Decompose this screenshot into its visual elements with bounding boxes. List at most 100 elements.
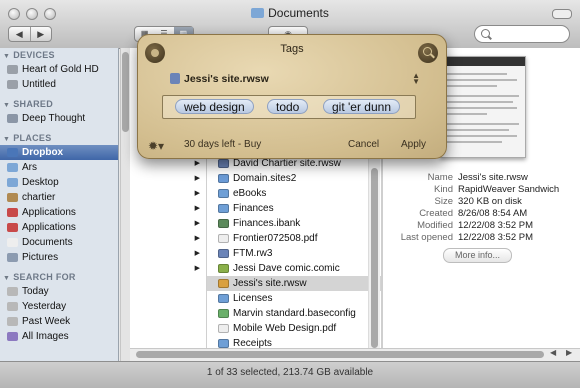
- sidebar-scrollbar[interactable]: [120, 48, 130, 361]
- sidebar-item[interactable]: Today: [0, 284, 118, 299]
- sidebar-item[interactable]: Dropbox: [0, 145, 118, 160]
- file-info-value: RapidWeaver Sandwich: [458, 184, 560, 195]
- sidebar-item[interactable]: Ars: [0, 160, 118, 175]
- sidebar-section-label: SEARCH FOR: [13, 272, 76, 282]
- toolbar-toggle-button[interactable]: [552, 9, 572, 19]
- folder-disclosure-arrow-icon[interactable]: ▶: [130, 186, 206, 201]
- rapidweaver-icon: [218, 159, 229, 168]
- scroll-left-arrow-icon[interactable]: ◀: [550, 348, 556, 357]
- smart-folder-icon: [7, 332, 18, 341]
- file-row[interactable]: Domain.sites2: [207, 171, 381, 186]
- gear-icon[interactable]: ✹▾: [148, 139, 164, 153]
- sidebar-section-shared[interactable]: ▼ SHARED: [0, 97, 118, 111]
- sidebar-item[interactable]: Heart of Gold HD: [0, 62, 118, 77]
- file-row[interactable]: FTM.rw3: [207, 246, 381, 261]
- file-info-key: Size: [434, 196, 453, 207]
- file-info-value: 8/26/08 8:54 AM: [458, 208, 528, 219]
- sidebar-item[interactable]: chartier: [0, 190, 118, 205]
- file-row[interactable]: eBooks▶: [207, 186, 381, 201]
- cancel-button[interactable]: Cancel: [348, 139, 379, 150]
- tagged-file-selector[interactable]: Jessi's site.rwsw: [170, 73, 269, 85]
- folder-icon: [251, 8, 265, 18]
- folder-disclosure-arrow-icon[interactable]: ▶: [130, 261, 206, 276]
- file-row[interactable]: Finances▶: [207, 201, 381, 216]
- sidebar-item[interactable]: Deep Thought: [0, 111, 118, 126]
- sidebar-section-places[interactable]: ▼ PLACES: [0, 131, 118, 145]
- sidebar-item[interactable]: Yesterday: [0, 299, 118, 314]
- more-info-button[interactable]: More info...: [443, 248, 512, 263]
- search-input[interactable]: [493, 27, 567, 43]
- trial-buy-link[interactable]: 30 days left - Buy: [184, 139, 261, 150]
- documents-scroll-thumb[interactable]: [371, 168, 378, 348]
- tagged-file-name: Jessi's site.rwsw: [184, 73, 269, 85]
- folder-icon: [218, 189, 229, 198]
- file-info-row: Size 320 KB on disk: [385, 196, 575, 208]
- tag-chip[interactable]: web design: [175, 99, 254, 114]
- sidebar-item[interactable]: All Images: [0, 329, 118, 344]
- scroll-right-arrow-icon[interactable]: ▶: [566, 348, 572, 357]
- file-name: Licenses: [233, 293, 273, 304]
- sidebar-item-label: Applications: [22, 222, 76, 233]
- horizontal-scroll-thumb[interactable]: [136, 351, 544, 358]
- file-row[interactable]: Frontier072508.pdf: [207, 231, 381, 246]
- pdf-icon: [218, 234, 229, 243]
- apply-button[interactable]: Apply: [401, 139, 426, 150]
- hard-drive-icon: [7, 65, 18, 74]
- forward-button[interactable]: ▶: [29, 27, 52, 41]
- pdf-icon: [218, 324, 229, 333]
- file-info-key: Last opened: [400, 232, 453, 243]
- tag-chip[interactable]: todo: [267, 99, 309, 114]
- file-name: Mobile Web Design.pdf: [233, 323, 337, 334]
- file-row[interactable]: Finances.ibank▶: [207, 216, 381, 231]
- sidebar-item[interactable]: Desktop: [0, 175, 118, 190]
- folder-icon: [218, 339, 229, 348]
- tags-panel: Tags Jessi's site.rwsw ▲ ▼ web design tod…: [137, 34, 447, 159]
- sidebar-item[interactable]: Applications: [0, 220, 118, 235]
- tag-chip[interactable]: git 'er dunn: [323, 99, 400, 114]
- folder-disclosure-arrow-icon[interactable]: ▶: [130, 171, 206, 186]
- sidebar-item[interactable]: Documents: [0, 235, 118, 250]
- sidebar-item-label: Yesterday: [22, 301, 67, 312]
- finder-window: Documents ◀ ▶ ▦ ☰ ▥ ◉ ▼DEVICESHeart of G…: [0, 0, 580, 388]
- folder-disclosure-arrow-icon[interactable]: ▶: [130, 201, 206, 216]
- sidebar-item[interactable]: Pictures: [0, 250, 118, 265]
- pictures-icon: [7, 253, 18, 262]
- file-info-row: Last opened 12/22/08 3:52 PM: [385, 232, 575, 244]
- sidebar-item-label: Heart of Gold HD: [22, 64, 99, 75]
- tags-field[interactable]: web design todo git 'er dunn: [162, 95, 416, 119]
- folder-disclosure-arrow-icon[interactable]: ▶: [130, 246, 206, 261]
- sidebar-scroll-thumb[interactable]: [122, 52, 129, 132]
- sidebar-item-label: Desktop: [22, 177, 59, 188]
- folder-disclosure-arrow-icon[interactable]: ▶: [130, 231, 206, 246]
- file-popup-arrows-icon[interactable]: ▲ ▼: [412, 72, 420, 86]
- sidebar-item[interactable]: Applications: [0, 205, 118, 220]
- file-name: David Chartier site.rwsw: [233, 158, 341, 169]
- sidebar-section-search-for[interactable]: ▼ SEARCH FOR: [0, 270, 118, 284]
- document-icon: [218, 309, 229, 318]
- horizontal-scrollbar[interactable]: ◀ ▶: [130, 348, 580, 361]
- file-row[interactable]: Jessi Dave comic.comic▶: [207, 261, 381, 276]
- tag-search-button[interactable]: [418, 43, 438, 63]
- document-icon: [218, 174, 229, 183]
- back-button[interactable]: ◀: [9, 27, 30, 41]
- desktop-icon: [7, 178, 18, 187]
- folder-icon: [7, 163, 18, 172]
- file-info-key: Kind: [433, 184, 453, 195]
- file-info-row: Kind RapidWeaver Sandwich: [385, 184, 575, 196]
- file-info-value: 12/22/08 3:52 PM: [458, 220, 533, 231]
- file-row[interactable]: Mobile Web Design.pdf: [207, 321, 381, 336]
- file-info-key: Created: [419, 208, 453, 219]
- sidebar-item-label: Today: [22, 286, 49, 297]
- sidebar-section-devices[interactable]: ▼ DEVICES: [0, 48, 118, 62]
- folder-disclosure-arrow-icon[interactable]: ▶: [130, 216, 206, 231]
- document-icon: [218, 264, 229, 273]
- file-row[interactable]: Licenses▶: [207, 291, 381, 306]
- file-row[interactable]: Marvin standard.baseconfig: [207, 306, 381, 321]
- disk-icon: [7, 80, 18, 89]
- sidebar-item[interactable]: Untitled: [0, 77, 118, 92]
- search-field[interactable]: [474, 25, 570, 43]
- sidebar-item-label: All Images: [22, 331, 69, 342]
- sidebar-item[interactable]: Past Week: [0, 314, 118, 329]
- file-row[interactable]: Jessi's site.rwsw: [207, 276, 381, 291]
- sidebar-section-label: SHARED: [13, 99, 54, 109]
